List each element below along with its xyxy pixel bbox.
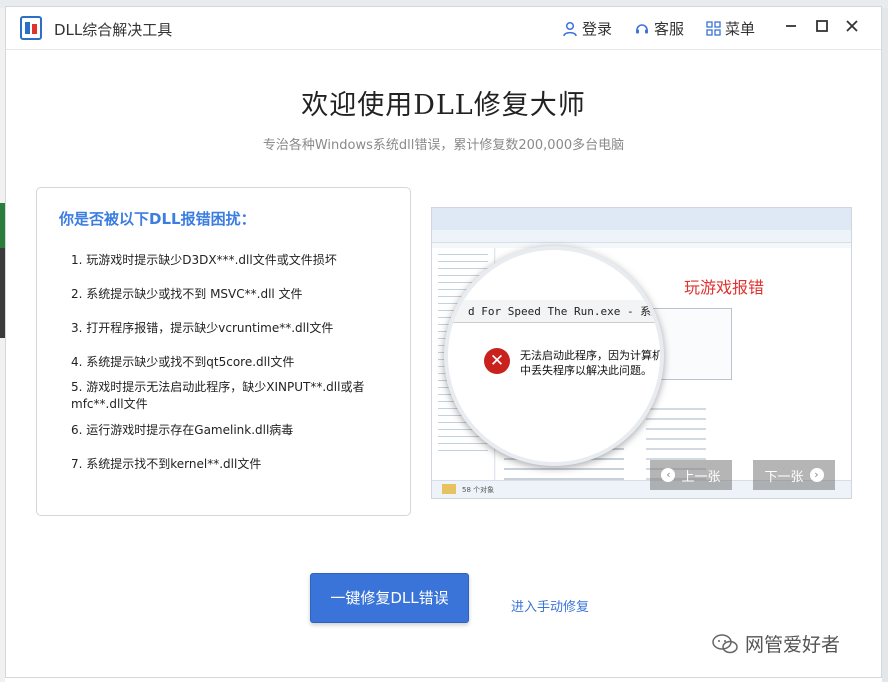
user-icon (563, 21, 577, 36)
prev-slide-button[interactable]: ‹ 上一张 (650, 460, 732, 490)
magnifier-lens: d For Speed The Run.exe - 系统错误 ✕ 无法启动此程序… (444, 246, 664, 466)
error-list-panel: 你是否被以下DLL报错困扰： 1. 玩游戏时提示缺少D3DX***.dll文件或… (36, 187, 411, 516)
wechat-icon (712, 633, 738, 653)
login-label: 登录 (582, 20, 613, 38)
customer-service-button[interactable]: 客服 (634, 18, 684, 39)
dialog-title: d For Speed The Run.exe - 系统错误 (468, 305, 664, 318)
error-item: 6. 运行游戏时提示存在Gamelink.dll病毒 (71, 423, 294, 437)
menu-button[interactable]: 菜单 (706, 18, 755, 39)
dialog-message: 无法启动此程序，因为计算机中丢失程序以解决此问题。 (520, 349, 663, 377)
app-window: DLL综合解决工具 登录 客服 菜单 欢迎使用DLL修复大师 专治各种Windo… (5, 6, 882, 678)
error-item: 3. 打开程序报错，提示缺少vcruntime**.dll文件 (71, 321, 334, 335)
chevron-right-icon: › (809, 468, 824, 482)
maximize-icon[interactable] (811, 17, 833, 39)
prev-label: 上一张 (681, 469, 721, 485)
watermark-text: 网管爱好者 (745, 634, 841, 656)
carousel-caption: 玩游戏报错 (684, 278, 765, 297)
app-logo-icon (20, 16, 42, 40)
error-item: 2. 系统提示缺少或找不到 MSVC**.dll 文件 (71, 287, 303, 301)
next-slide-button[interactable]: 下一张 › (753, 460, 835, 490)
headset-icon (636, 23, 648, 33)
error-list-heading: 你是否被以下DLL报错困扰： (59, 210, 256, 228)
chevron-left-icon: ‹ (661, 468, 676, 482)
error-item: 1. 玩游戏时提示缺少D3DX***.dll文件或文件损坏 (71, 253, 337, 267)
error-icon: ✕ (484, 348, 510, 374)
minimize-icon[interactable] (780, 17, 802, 39)
manual-fix-link[interactable]: 进入手动修复 (511, 596, 589, 615)
folder-icon (442, 484, 456, 494)
menu-label: 菜单 (725, 20, 756, 38)
background-window-edge-right (882, 8, 888, 682)
one-click-fix-button[interactable]: 一键修复DLL错误 (310, 573, 469, 623)
error-item: 5. 游戏时提示无法启动此程序，缺少XINPUT**.dll或者mfc**.dl… (71, 380, 365, 411)
error-item: 4. 系统提示缺少或找不到qt5core.dll文件 (71, 355, 295, 369)
watermark: 网管爱好者 (711, 630, 840, 657)
app-title: DLL综合解决工具 (54, 21, 173, 39)
service-label: 客服 (654, 20, 685, 38)
page-subtitle: 专治各种Windows系统dll错误，累计修复数200,000多台电脑 (262, 138, 625, 153)
error-example-carousel: 58 个对象 玩游戏报错 d For Speed The Run.exe - 系… (431, 207, 852, 499)
error-item: 7. 系统提示找不到kernel**.dll文件 (71, 457, 262, 471)
login-button[interactable]: 登录 (562, 18, 612, 39)
title-bar: DLL综合解决工具 登录 客服 菜单 (6, 7, 881, 50)
grid-menu-icon (706, 21, 721, 36)
page-title: 欢迎使用DLL修复大师 (301, 90, 586, 121)
close-icon[interactable] (841, 17, 863, 39)
next-label: 下一张 (764, 469, 804, 485)
object-count: 58 个对象 (462, 486, 495, 494)
